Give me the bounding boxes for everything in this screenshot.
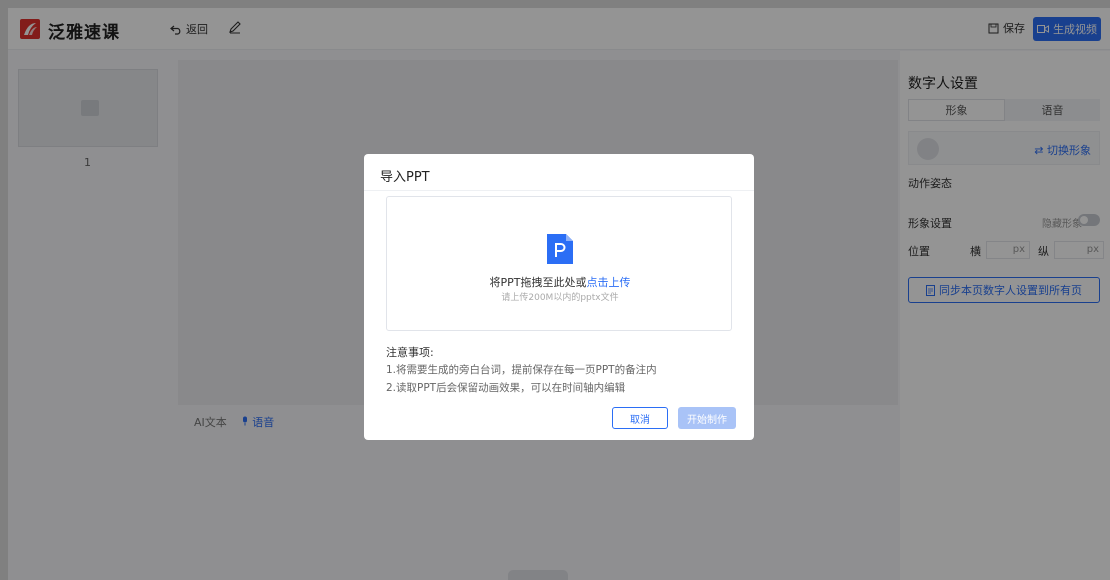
note-item: 1.将需要生成的旁白台词，提前保存在每一页PPT的备注内 bbox=[386, 364, 657, 376]
dialog-divider bbox=[364, 190, 754, 191]
dialog-title: 导入PPT bbox=[380, 170, 430, 185]
notes-title: 注意事项: bbox=[386, 346, 434, 359]
cancel-button[interactable]: 取消 bbox=[612, 407, 668, 429]
drop-instructions: 将PPT拖拽至此处或点击上传 bbox=[387, 274, 733, 290]
start-button[interactable]: 开始制作 bbox=[678, 407, 736, 429]
drop-text: 将PPT拖拽至此处或 bbox=[489, 276, 587, 289]
upload-dropzone[interactable]: 将PPT拖拽至此处或点击上传 请上传200M以内的pptx文件 bbox=[386, 196, 732, 331]
import-ppt-dialog: 导入PPT 将PPT拖拽至此处或点击上传 请上传200M以内的pptx文件 注意… bbox=[364, 154, 754, 440]
note-item: 2.读取PPT后会保留动画效果，可以在时间轴内编辑 bbox=[386, 382, 626, 394]
upload-link[interactable]: 点击上传 bbox=[587, 276, 631, 289]
file-size-hint: 请上传200M以内的pptx文件 bbox=[501, 293, 619, 303]
ppt-file-icon bbox=[547, 234, 573, 264]
